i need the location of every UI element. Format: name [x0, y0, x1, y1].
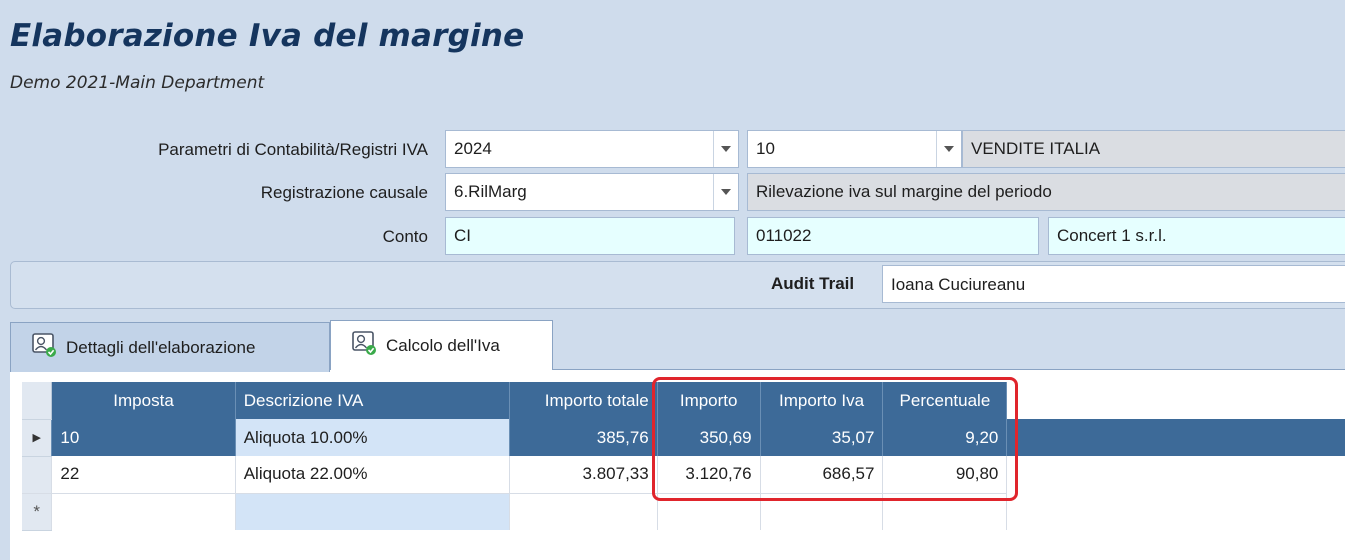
registrazione-label: Registrazione causale: [260, 183, 428, 202]
conto-type-field[interactable]: CI: [445, 217, 735, 255]
cell-importo-totale[interactable]: 3.807,33: [509, 456, 658, 494]
user-badge-icon: [31, 332, 57, 363]
conto-label: Conto: [382, 227, 428, 246]
cell-descrizione[interactable]: Aliquota 10.00%: [235, 419, 510, 456]
row-filler: [1006, 493, 1345, 530]
parametri-label: Parametri di Contabilità/Registri IVA: [158, 140, 428, 159]
conto-code-field[interactable]: 011022: [747, 217, 1039, 255]
row-indicator-header: [22, 382, 53, 420]
registrazione-code-value: 6.RilMarg: [454, 182, 527, 201]
cell-empty[interactable]: [509, 493, 658, 530]
chevron-down-icon[interactable]: [936, 131, 961, 167]
row-filler: [1006, 419, 1345, 456]
tab-calcolo-iva[interactable]: Calcolo dell'Iva: [330, 320, 553, 370]
cell-empty[interactable]: [51, 493, 236, 530]
chevron-down-icon[interactable]: [713, 174, 738, 210]
cell-descrizione[interactable]: Aliquota 22.00%: [235, 456, 510, 494]
new-row-asterisk-icon: *: [22, 493, 53, 531]
page-subtitle: Demo 2021-Main Department: [10, 73, 265, 93]
audit-trail-field[interactable]: Ioana Cuciureanu: [882, 265, 1345, 303]
col-header-imposta[interactable]: Imposta: [51, 382, 236, 419]
cell-imposta[interactable]: 22: [51, 456, 236, 494]
parametri-register-value: 10: [756, 139, 775, 158]
registrazione-desc: Rilevazione iva sul margine del periodo: [747, 173, 1345, 211]
conto-name-field[interactable]: Concert 1 s.r.l.: [1048, 217, 1345, 255]
cell-importo-totale[interactable]: 385,76: [509, 419, 658, 456]
parametri-register-desc: VENDITE ITALIA: [962, 130, 1345, 168]
col-header-importo-totale[interactable]: Importo totale: [509, 382, 658, 419]
chevron-down-icon[interactable]: [713, 131, 738, 167]
header-filler: [1006, 382, 1345, 419]
user-badge-icon: [351, 330, 377, 361]
tab-calcolo-label: Calcolo dell'Iva: [386, 335, 500, 355]
registrazione-code-select[interactable]: 6.RilMarg: [445, 173, 739, 211]
parametri-year-value: 2024: [454, 139, 492, 158]
tab-dettagli-elaborazione[interactable]: Dettagli dell'elaborazione: [10, 322, 330, 372]
page-title: Elaborazione Iva del margine: [10, 18, 525, 54]
col-header-descrizione[interactable]: Descrizione IVA: [235, 382, 510, 419]
row-filler: [1006, 456, 1345, 493]
tab-dettagli-label: Dettagli dell'elaborazione: [66, 337, 256, 357]
audit-trail-label: Audit Trail: [771, 274, 855, 293]
cell-empty[interactable]: [235, 493, 510, 530]
highlight-annotation: [652, 377, 1018, 501]
cell-imposta[interactable]: 10: [51, 419, 236, 456]
current-row-indicator-icon: ▶: [22, 419, 53, 457]
row-indicator: [22, 456, 53, 494]
parametri-register-select[interactable]: 10: [747, 130, 962, 168]
parametri-year-select[interactable]: 2024: [445, 130, 739, 168]
